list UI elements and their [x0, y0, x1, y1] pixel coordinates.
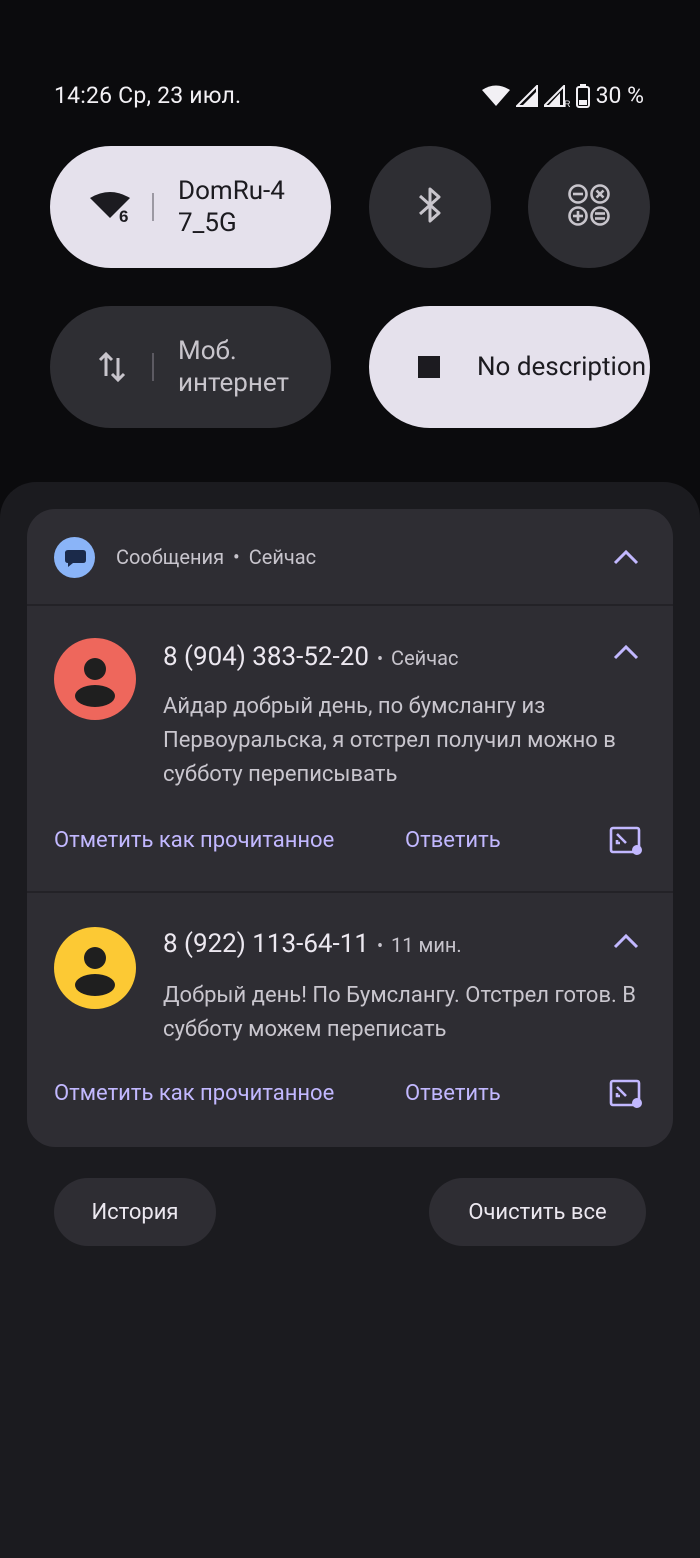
chevron-up-icon[interactable]: [612, 547, 640, 567]
wifi-tile[interactable]: 6 DomRu-4 7_5G: [50, 146, 331, 268]
data-transfer-icon: [82, 350, 142, 384]
meta-separator: •: [376, 649, 384, 670]
message-title: 8 (904) 383-52-20 • Сейчас: [163, 642, 458, 672]
cell-signal-icon: [515, 84, 538, 107]
battery-icon: [575, 83, 590, 108]
message-item[interactable]: 8 (904) 383-52-20 • Сейчас Айдар добрый …: [27, 606, 673, 892]
reply-button[interactable]: Ответить: [405, 1081, 501, 1106]
notification-header[interactable]: Сообщения • Сейчас: [27, 509, 673, 605]
message-time: 11 мин.: [391, 933, 462, 957]
bubble-icon[interactable]: [609, 826, 643, 856]
bubble-icon[interactable]: [609, 1079, 643, 1109]
app-time: Сейчас: [248, 545, 317, 569]
message-item[interactable]: 8 (922) 113-64-11 • 11 мин. Добрый день!…: [27, 893, 673, 1147]
meta-separator: •: [376, 936, 384, 957]
wifi-icon: [481, 85, 510, 107]
calculator-icon: [568, 184, 610, 230]
no-description-tile[interactable]: No description: [369, 306, 650, 428]
reply-button[interactable]: Ответить: [405, 828, 501, 853]
bluetooth-tile[interactable]: [369, 146, 491, 268]
calculator-tile[interactable]: [528, 146, 650, 268]
mark-as-read-button[interactable]: Отметить как прочитанное: [54, 1081, 334, 1106]
no-description-tile-label: No description: [477, 352, 647, 382]
message-time: Сейчас: [391, 646, 459, 670]
stop-square-icon: [409, 356, 449, 378]
bluetooth-icon: [417, 186, 443, 228]
mark-as-read-button[interactable]: Отметить как прочитанное: [54, 828, 334, 853]
tile-divider: [152, 193, 154, 221]
status-icons: R 30 %: [481, 82, 644, 109]
status-bar: 14:26 Ср, 23 июл. R 30 %: [0, 0, 700, 150]
history-button[interactable]: История: [54, 1178, 216, 1246]
messages-notification-card[interactable]: Сообщения • Сейчас 8 (904) 383-52-20 • С…: [27, 509, 673, 1147]
avatar: [54, 927, 136, 1009]
messages-app-icon: [54, 537, 95, 578]
message-sender: 8 (922) 113-64-11: [163, 929, 369, 959]
cell-signal-roaming-icon: R: [543, 84, 570, 107]
wifi-6-icon: 6: [82, 190, 142, 224]
message-body: Айдар добрый день, по бумслангу из Перво…: [163, 694, 616, 787]
message-body: Добрый день! По Бумслангу. Отстрел готов…: [163, 983, 637, 1042]
message-sender: 8 (904) 383-52-20: [163, 642, 369, 672]
notification-app-meta: Сообщения • Сейчас: [116, 545, 316, 569]
avatar: [54, 638, 136, 720]
mobile-data-tile-label: Моб. интернет: [178, 336, 290, 398]
svg-text:R: R: [564, 99, 570, 107]
chevron-up-icon[interactable]: [612, 642, 640, 662]
svg-text:6: 6: [119, 207, 128, 224]
clear-all-button[interactable]: Очистить все: [429, 1178, 646, 1246]
meta-separator: •: [233, 545, 240, 569]
person-icon: [75, 947, 115, 996]
mobile-data-tile[interactable]: Моб. интернет: [50, 306, 331, 428]
person-icon: [75, 658, 115, 707]
app-name: Сообщения: [116, 545, 225, 569]
tile-divider: [152, 353, 154, 381]
chevron-up-icon[interactable]: [612, 931, 640, 951]
battery-percent: 30 %: [595, 82, 644, 109]
message-title: 8 (922) 113-64-11 • 11 мин.: [163, 929, 462, 959]
status-time-date: 14:26 Ср, 23 июл.: [54, 82, 242, 109]
wifi-tile-label: DomRu-4 7_5G: [178, 176, 285, 238]
